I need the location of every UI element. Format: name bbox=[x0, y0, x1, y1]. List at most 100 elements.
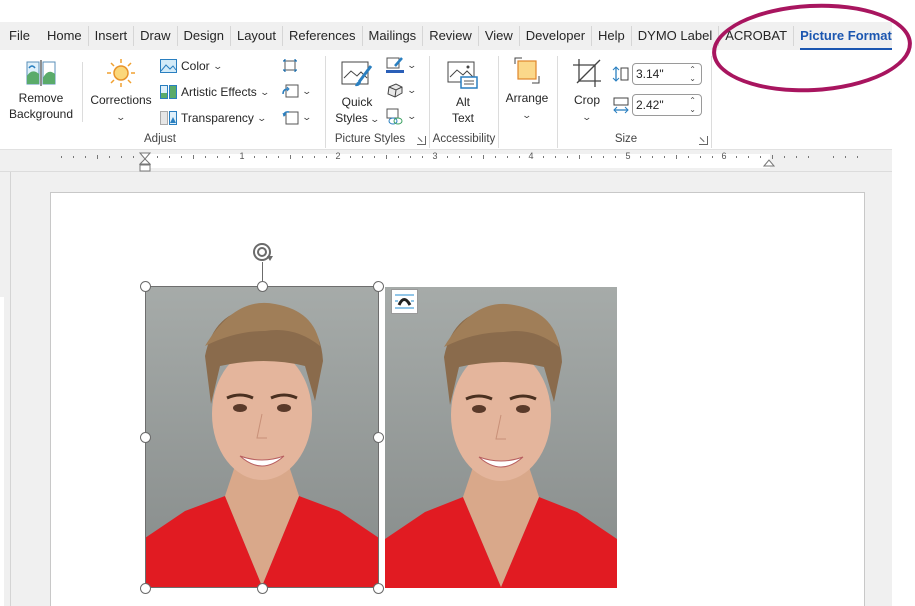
ruler-tick bbox=[748, 156, 749, 158]
resize-handle-left[interactable] bbox=[140, 432, 151, 443]
quick-styles-label-1: Quick bbox=[341, 95, 373, 109]
ruler-tick bbox=[567, 156, 568, 158]
chevron-down-icon: ⌄ bbox=[259, 86, 270, 97]
resize-handle-bottom[interactable] bbox=[257, 583, 268, 594]
ruler-tick bbox=[784, 156, 785, 158]
tab-developer[interactable]: Developer bbox=[520, 26, 593, 46]
ruler-tick bbox=[181, 156, 182, 158]
tab-picture-format[interactable]: Picture Format bbox=[794, 26, 898, 50]
picture-layout-button[interactable]: ⌄ bbox=[386, 108, 417, 125]
ruler-tick bbox=[615, 156, 616, 158]
picture-2[interactable] bbox=[385, 287, 617, 588]
artistic-effects-button[interactable]: Artistic Effects ⌄ bbox=[160, 85, 270, 99]
ruler-number: 6 bbox=[721, 151, 727, 161]
tab-mailings[interactable]: Mailings bbox=[363, 26, 424, 46]
artistic-effects-icon bbox=[160, 85, 177, 99]
ruler-tick bbox=[760, 156, 761, 158]
chevron-down-icon: ⌄ bbox=[301, 112, 313, 122]
chevron-down-icon: ⌄ bbox=[369, 114, 381, 124]
ruler-tick bbox=[302, 156, 303, 158]
resize-handle-right[interactable] bbox=[373, 432, 384, 443]
tab-home[interactable]: Home bbox=[41, 26, 89, 46]
color-label: Color bbox=[181, 59, 210, 73]
color-button[interactable]: Color ⌄ bbox=[160, 59, 223, 73]
compress-pictures-button[interactable] bbox=[282, 58, 298, 73]
ruler-tick bbox=[772, 155, 773, 159]
rotate-handle-icon[interactable] bbox=[252, 241, 274, 263]
alt-text-label-2: Text bbox=[451, 111, 474, 125]
corrections-button[interactable]: Corrections ⌄ bbox=[88, 58, 154, 125]
change-picture-button[interactable]: ⌄ bbox=[282, 84, 312, 99]
ruler-tick bbox=[652, 156, 653, 158]
ruler-tick bbox=[579, 155, 580, 159]
quick-styles-button[interactable]: Quick Styles ⌄ bbox=[334, 60, 380, 127]
resize-handle-top-left[interactable] bbox=[140, 281, 151, 292]
group-separator bbox=[711, 56, 712, 148]
crop-button[interactable]: Crop ⌄ bbox=[568, 58, 606, 125]
shape-height-value: 3.14" bbox=[636, 67, 664, 81]
crop-icon bbox=[573, 59, 601, 87]
ruler-tick bbox=[543, 156, 544, 158]
tab-insert[interactable]: Insert bbox=[89, 26, 135, 46]
picture-1[interactable] bbox=[145, 286, 379, 588]
layout-options-button[interactable] bbox=[391, 289, 418, 314]
reset-picture-button[interactable]: ⌄ bbox=[282, 110, 313, 125]
remove-background-label-1: Remove bbox=[18, 91, 64, 105]
picture-effects-button[interactable]: ⌄ bbox=[386, 83, 417, 98]
picture-styles-dialog-launcher[interactable] bbox=[417, 136, 426, 145]
chevron-down-icon: ⌄ bbox=[256, 112, 267, 123]
ruler-number: 4 bbox=[528, 151, 534, 161]
tab-references[interactable]: References bbox=[283, 26, 363, 46]
layout-options-icon bbox=[395, 294, 414, 309]
shape-width-input[interactable]: 2.42" ⌃ ⌄ bbox=[632, 94, 702, 116]
group-label-adjust: Adjust bbox=[144, 133, 176, 145]
shape-height-input[interactable]: 3.14" ⌃ ⌄ bbox=[632, 63, 702, 85]
tab-dymo-label[interactable]: DYMO Label bbox=[632, 26, 720, 46]
ruler-tick bbox=[519, 156, 520, 158]
arrange-label: Arrange bbox=[505, 91, 549, 105]
tab-help[interactable]: Help bbox=[592, 26, 632, 46]
resize-handle-bottom-right[interactable] bbox=[373, 583, 384, 594]
ruler-number: 3 bbox=[432, 151, 438, 161]
tab-view[interactable]: View bbox=[479, 26, 520, 46]
ruler-tick bbox=[205, 156, 206, 158]
resize-handle-top[interactable] bbox=[257, 281, 268, 292]
shape-height-icon bbox=[612, 66, 629, 82]
picture-border-button[interactable]: ⌄ bbox=[386, 57, 417, 74]
corrections-label: Corrections bbox=[90, 93, 152, 107]
indent-marker-icon[interactable] bbox=[139, 152, 151, 172]
resize-handle-top-right[interactable] bbox=[373, 281, 384, 292]
arrange-button[interactable]: Arrange ⌄ bbox=[502, 56, 552, 123]
ruler-tick bbox=[61, 156, 62, 158]
picture-effects-icon bbox=[387, 83, 403, 98]
ruler-tick bbox=[736, 156, 737, 158]
ruler-tick bbox=[833, 156, 834, 158]
width-spinner[interactable]: ⌃ ⌄ bbox=[689, 96, 696, 114]
ruler-tick bbox=[254, 156, 255, 158]
tab-review[interactable]: Review bbox=[423, 26, 479, 46]
alt-text-button[interactable]: Alt Text bbox=[440, 60, 486, 126]
tab-design[interactable]: Design bbox=[178, 26, 231, 46]
ruler-tick bbox=[290, 155, 291, 159]
height-spinner[interactable]: ⌃ ⌄ bbox=[689, 65, 696, 83]
portrait-image bbox=[145, 286, 379, 588]
ruler-tick bbox=[121, 156, 122, 158]
right-indent-marker-icon[interactable] bbox=[763, 157, 775, 167]
tab-file[interactable]: File bbox=[0, 26, 41, 46]
ruler-tick bbox=[676, 155, 677, 159]
ruler-tick bbox=[217, 156, 218, 158]
alt-text-label-1: Alt bbox=[455, 95, 470, 109]
tab-acrobat[interactable]: ACROBAT bbox=[719, 26, 795, 46]
transparency-button[interactable]: Transparency ⌄ bbox=[160, 111, 267, 125]
tab-layout[interactable]: Layout bbox=[231, 26, 284, 46]
ruler-tick bbox=[471, 156, 472, 158]
ruler-tick bbox=[495, 156, 496, 158]
ruler-tick bbox=[386, 155, 387, 159]
color-picture-icon bbox=[160, 59, 177, 73]
size-dialog-launcher[interactable] bbox=[699, 136, 708, 145]
resize-handle-bottom-left[interactable] bbox=[140, 583, 151, 594]
ruler-tick bbox=[73, 156, 74, 158]
ruler-tick bbox=[459, 156, 460, 158]
remove-background-button[interactable]: Remove Background bbox=[6, 60, 76, 122]
tab-draw[interactable]: Draw bbox=[134, 26, 178, 46]
